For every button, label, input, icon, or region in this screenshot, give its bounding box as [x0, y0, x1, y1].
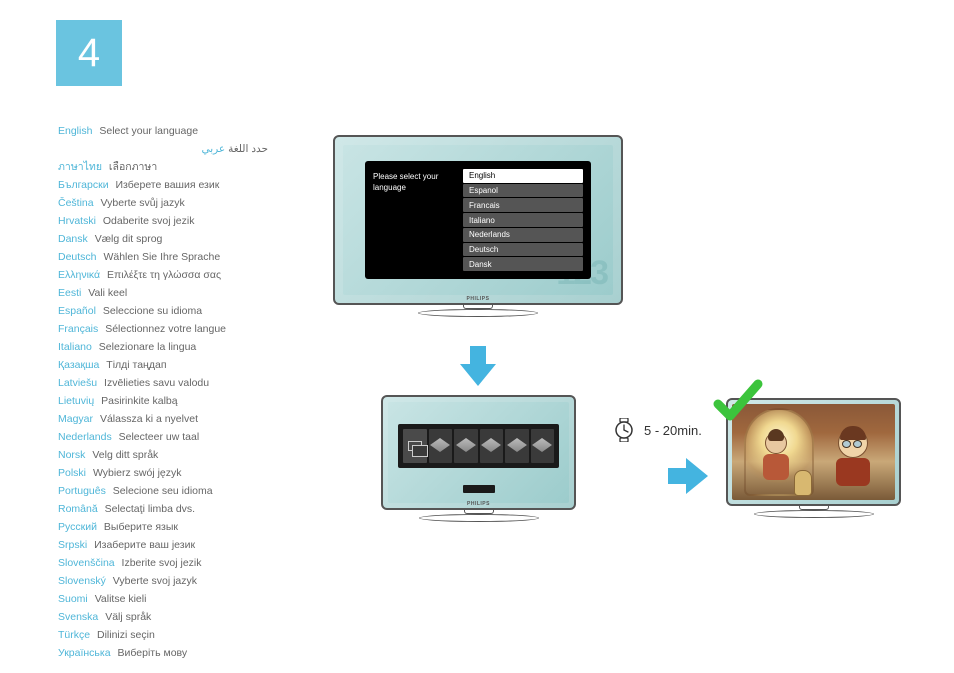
tv-brand-label: PHILIPS: [467, 296, 490, 302]
language-row: Nederlands Selecteer uw taal: [58, 428, 318, 446]
menu-option[interactable]: Deutsch: [463, 243, 583, 257]
language-row: Srpski Изаберите ваш језик: [58, 536, 318, 554]
menu-option[interactable]: English: [463, 169, 583, 183]
language-row: Ελληνικά Επιλέξτε τη γλώσσα σας: [58, 266, 318, 284]
wait-time-text: 5 - 20min.: [644, 423, 702, 438]
language-row: Suomi Valitse kieli: [58, 590, 318, 608]
wait-time: 5 - 20min.: [614, 418, 702, 442]
language-row: Slovenský Vyberte svoj jazyk: [58, 572, 318, 590]
tv-setup-screen: PHILIPS: [381, 395, 576, 525]
language-row: English Select your language: [58, 122, 318, 140]
language-row: Čeština Vyberte svůj jazyk: [58, 194, 318, 212]
arrow-right-icon: [668, 458, 708, 494]
menu-prompt: Please select your language: [373, 169, 455, 271]
language-row: Eesti Vali keel: [58, 284, 318, 302]
menu-option[interactable]: Dansk: [463, 257, 583, 271]
language-row: ภาษาไทย เลือกภาษา: [58, 158, 318, 176]
language-row: Français Sélectionnez votre langue: [58, 320, 318, 338]
language-row: Norsk Velg ditt språk: [58, 446, 318, 464]
language-row: Svenska Välj språk: [58, 608, 318, 626]
setup-action-button: [463, 485, 495, 493]
language-row: Hrvatski Odaberite svoj jezik: [58, 212, 318, 230]
language-row: Русский Выберите язык: [58, 518, 318, 536]
language-row: حدد اللغة عربي: [58, 140, 318, 158]
menu-options: EnglishEspanolFrancaisItalianoNederlands…: [463, 169, 583, 271]
language-row: Lietuvių Pasirinkite kalbą: [58, 392, 318, 410]
language-row: Türkçe Dilinizi seçin: [58, 626, 318, 644]
language-row: Deutsch Wählen Sie Ihre Sprache: [58, 248, 318, 266]
arrow-down-icon: [460, 346, 496, 386]
tv-language-select: 123 Please select your language EnglishE…: [333, 135, 623, 325]
menu-option[interactable]: Francais: [463, 198, 583, 212]
language-row: Latviešu Izvēlieties savu valodu: [58, 374, 318, 392]
step-number-badge: 4: [56, 20, 122, 86]
menu-option[interactable]: Nederlands: [463, 228, 583, 242]
language-row: Magyar Válassza ki a nyelvet: [58, 410, 318, 428]
language-row: Italiano Selezionare la lingua: [58, 338, 318, 356]
language-row: Українська Виберіть мову: [58, 644, 318, 662]
language-row: Română Selectaţi limba dvs.: [58, 500, 318, 518]
tv-brand-label-small: PHILIPS: [467, 501, 490, 507]
language-row: Қазақша Тілді таңдап: [58, 356, 318, 374]
watch-icon: [614, 418, 634, 442]
language-row: Dansk Vælg dit sprog: [58, 230, 318, 248]
menu-option[interactable]: Espanol: [463, 184, 583, 198]
language-instruction-list: English Select your languageحدد اللغة عر…: [58, 122, 318, 662]
language-row: Español Seleccione su idioma: [58, 302, 318, 320]
language-row: Slovenščina Izberite svoj jezik: [58, 554, 318, 572]
language-row: Português Selecione seu idioma: [58, 482, 318, 500]
language-row: Polski Wybierz swój język: [58, 464, 318, 482]
language-menu: Please select your language EnglishEspan…: [365, 161, 591, 279]
checkmark-icon: [712, 376, 764, 428]
language-row: Български Изберете вашия език: [58, 176, 318, 194]
menu-option[interactable]: Italiano: [463, 213, 583, 227]
